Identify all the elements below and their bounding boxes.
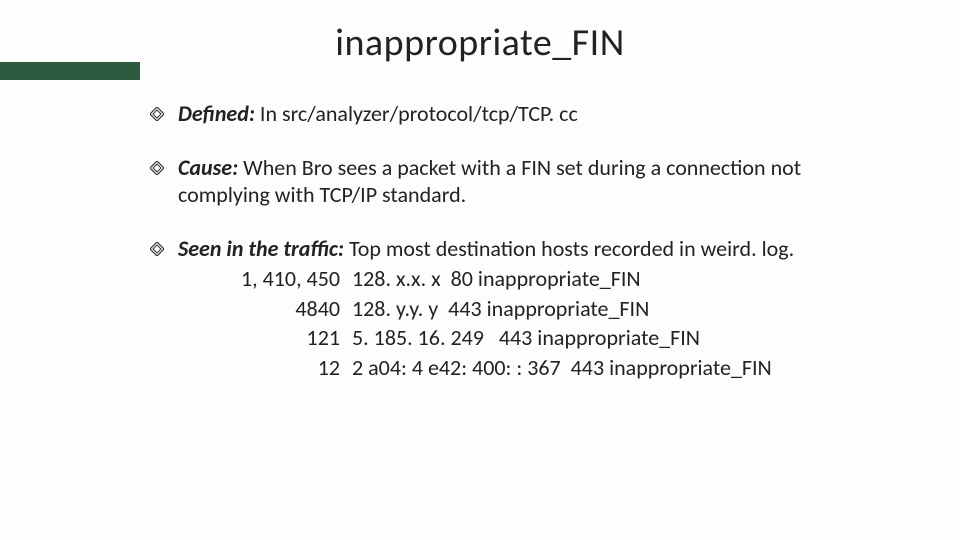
record-count: 12 [212,353,352,383]
bullet-list: Defined: In src/analyzer/protocol/tcp/TC… [60,100,900,383]
record-row: 1, 410, 450 128. x.x. x 80 inappropriate… [212,264,870,294]
bullet-text: When Bro sees a packet with a FIN set du… [178,154,801,209]
diamond-icon [150,242,164,256]
slide: inappropriate_FIN Defined: In src/analyz… [0,0,960,540]
bullet-body: Seen in the traffic: Top most destinatio… [178,235,870,383]
bullet-cause: Cause: When Bro sees a packet with a FIN… [150,154,870,209]
bullet-text: Top most destination hosts recorded in w… [344,235,794,262]
bullet-body: Defined: In src/analyzer/protocol/tcp/TC… [178,100,870,128]
record-detail: 5. 185. 16. 249 443 inappropriate_FIN [352,323,870,353]
bullet-label: Cause: [178,154,238,181]
record-row: 12 2 a04: 4 e42: 400: : 367 443 inapprop… [212,353,870,383]
bullet-label: Defined: [178,100,255,127]
bullet-body: Cause: When Bro sees a packet with a FIN… [178,154,870,209]
bullet-text: In src/analyzer/protocol/tcp/TCP. cc [255,100,578,127]
bullet-label: Seen in the traffic: [178,235,344,262]
bullet-defined: Defined: In src/analyzer/protocol/tcp/TC… [150,100,870,128]
diamond-icon [150,161,164,175]
record-detail: 128. x.x. x 80 inappropriate_FIN [352,264,870,294]
record-detail: 128. y.y. y 443 inappropriate_FIN [352,294,870,324]
record-count: 1, 410, 450 [212,264,352,294]
slide-title: inappropriate_FIN [60,20,900,66]
record-count: 121 [212,323,352,353]
record-count: 4840 [212,294,352,324]
records-block: 1, 410, 450 128. x.x. x 80 inappropriate… [178,264,870,383]
diamond-icon [150,107,164,121]
accent-bar [0,62,140,80]
record-row: 121 5. 185. 16. 249 443 inappropriate_FI… [212,323,870,353]
record-row: 4840 128. y.y. y 443 inappropriate_FIN [212,294,870,324]
bullet-seen: Seen in the traffic: Top most destinatio… [150,235,870,383]
record-detail: 2 a04: 4 e42: 400: : 367 443 inappropria… [352,353,870,383]
